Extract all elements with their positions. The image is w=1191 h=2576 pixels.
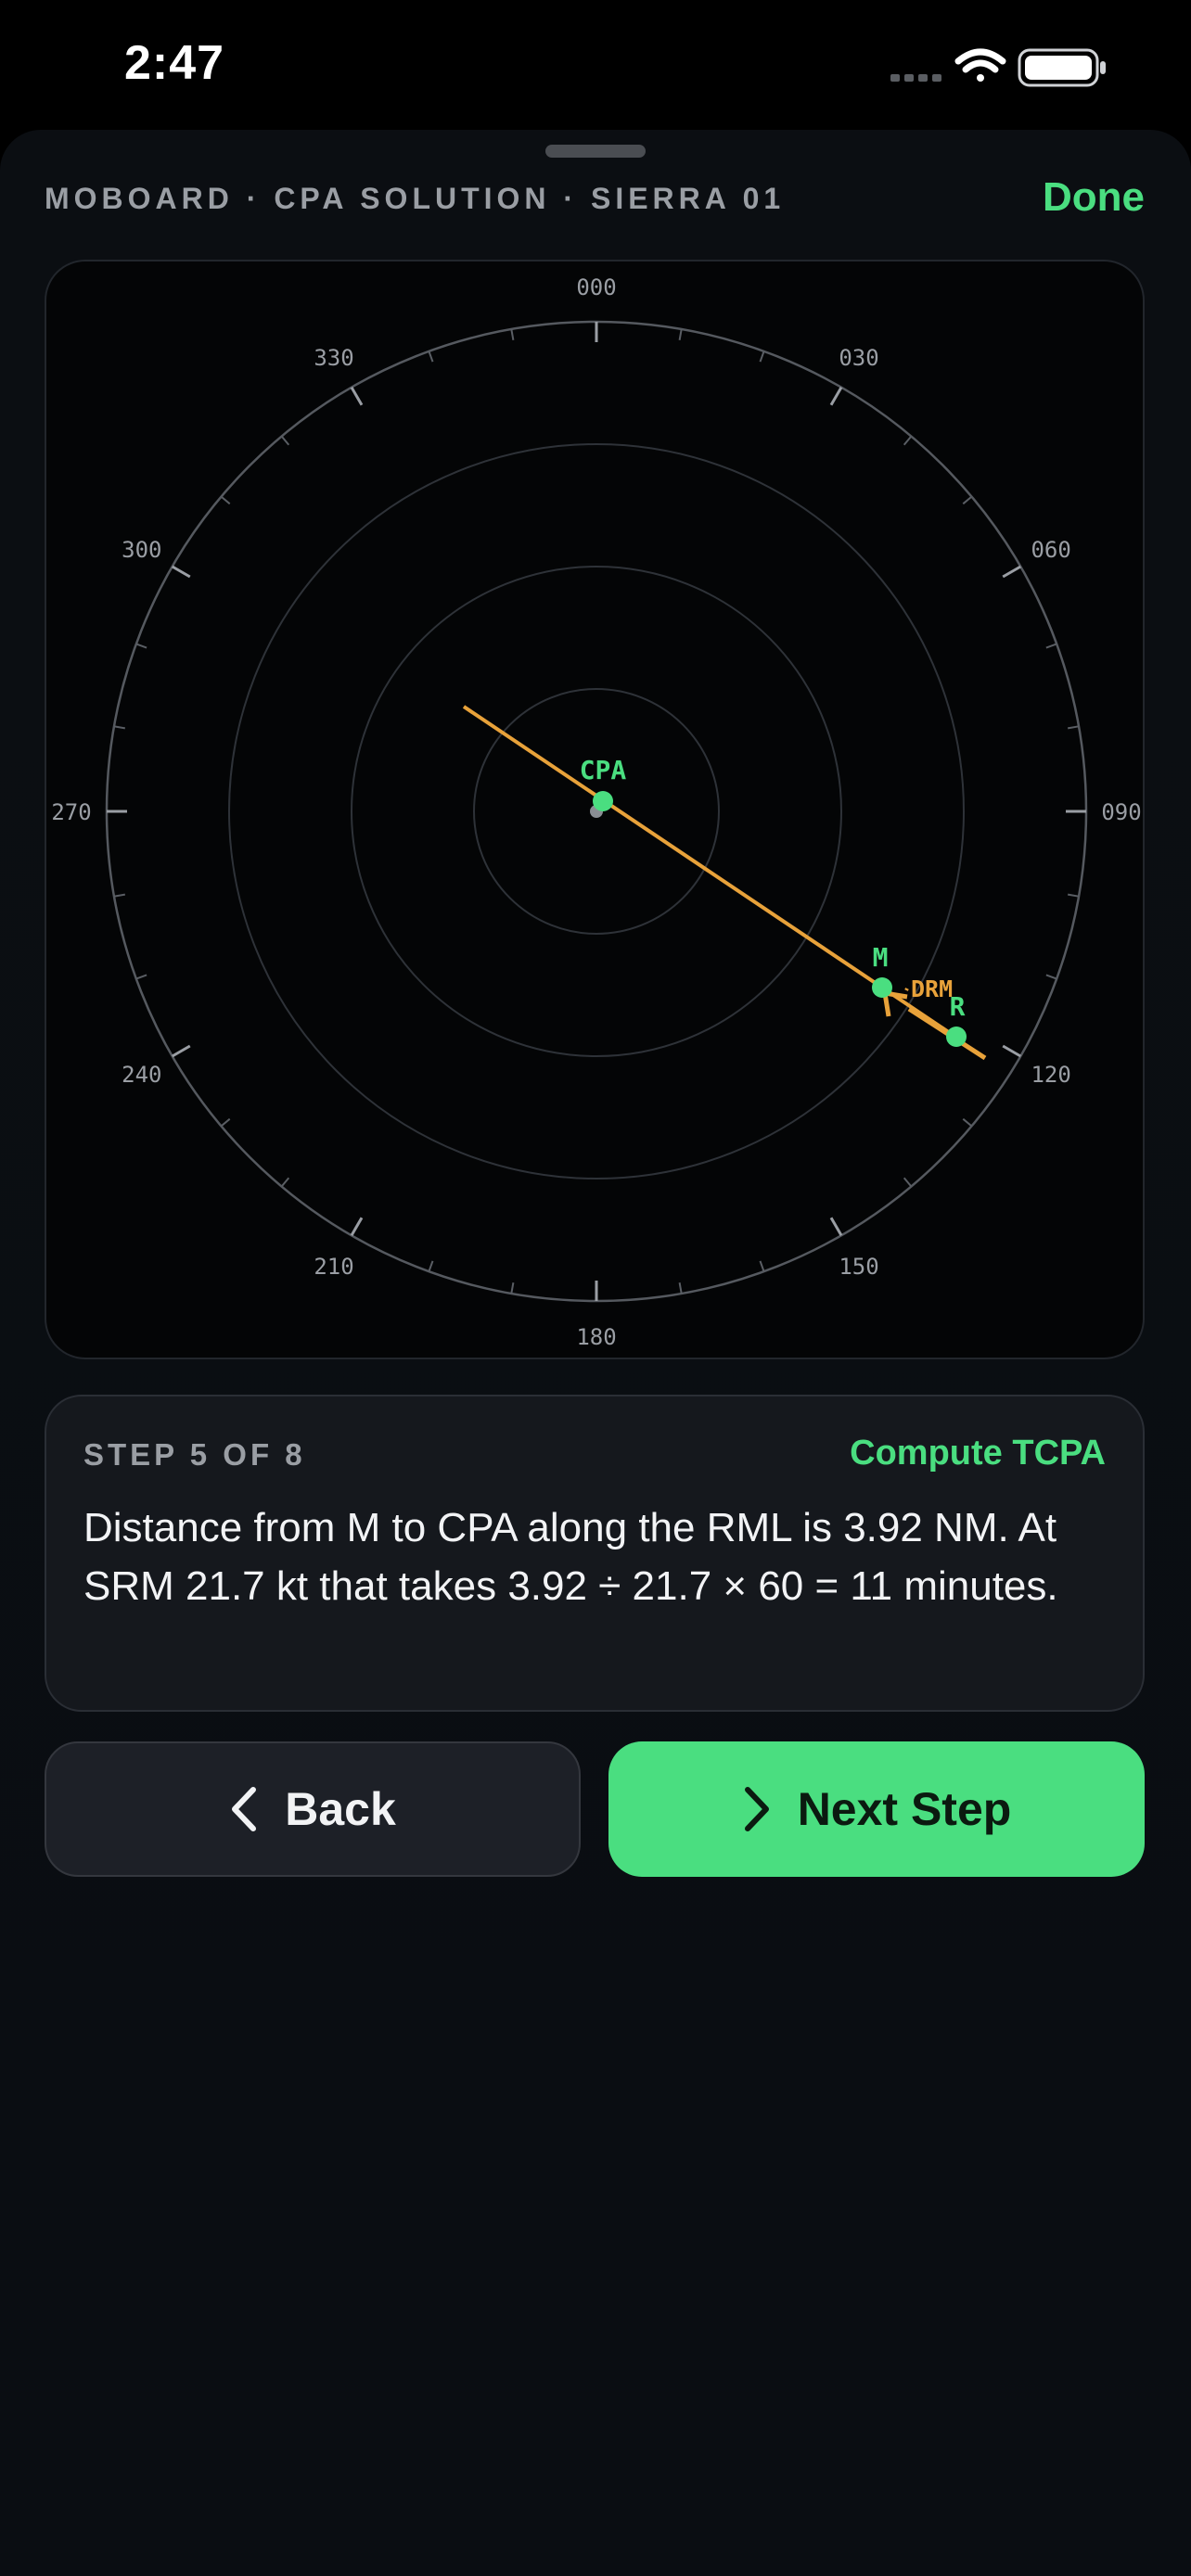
bearing-tick (280, 435, 290, 446)
bearing-tick (903, 1177, 913, 1188)
sheet-grabber[interactable] (545, 145, 646, 158)
back-button-label: Back (285, 1783, 396, 1835)
step-action-title: Compute TCPA (850, 1434, 1106, 1473)
bearing-tick (1045, 643, 1057, 649)
bearing-label-000: 000 (576, 274, 616, 300)
status-icons (890, 48, 1106, 87)
bearing-tick (350, 386, 364, 406)
bearing-label-330: 330 (314, 345, 353, 371)
bearing-label-030: 030 (839, 345, 878, 371)
bearing-tick (135, 974, 147, 980)
bearing-tick (678, 1282, 683, 1294)
bearing-tick (428, 1260, 434, 1272)
bearing-label-150: 150 (839, 1254, 878, 1280)
m-label: M (873, 942, 889, 973)
bearing-tick (759, 351, 765, 363)
maneuvering-board: 000 030 060 090 120 150 180 210 240 270 300 330 CPA… (45, 260, 1145, 1359)
status-bar: 2:47 (0, 0, 1191, 130)
status-time: 2:47 (124, 36, 225, 90)
done-button[interactable]: Done (1043, 174, 1145, 221)
bearing-tick (1002, 565, 1022, 579)
m-point[interactable] (872, 977, 892, 998)
bearing-tick (829, 386, 843, 406)
bearing-tick (962, 495, 973, 505)
bearing-tick (962, 1117, 973, 1128)
maneuvering-board-plot: 000 030 060 090 120 150 180 210 240 270 300 330 CPA… (51, 274, 1141, 1350)
chevron-right-icon (744, 1787, 769, 1831)
bearing-label-300: 300 (122, 537, 161, 563)
bearing-tick (1045, 974, 1057, 980)
bearing-tick (1067, 893, 1080, 898)
step-counter: STEP 5 OF 8 (83, 1437, 306, 1472)
bearing-tick (428, 351, 434, 363)
bearing-tick (1002, 1044, 1022, 1058)
bearing-label-120: 120 (1031, 1062, 1070, 1088)
cpa-point[interactable] (593, 791, 613, 811)
next-step-button-label: Next Step (797, 1783, 1012, 1835)
r-point[interactable] (946, 1027, 967, 1047)
bearing-label-090: 090 (1101, 799, 1141, 825)
bearing-tick (350, 1217, 364, 1237)
bearing-tick (678, 328, 683, 341)
bearing-tick (903, 435, 913, 446)
bearing-tick (1067, 725, 1080, 730)
cpa-label: CPA (580, 755, 627, 785)
bottom-sheet: MOBOARD · CPA SOLUTION · SIERRA 01 Done … (0, 130, 1191, 2576)
wifi-icon (954, 48, 1006, 82)
drm-label-leader (904, 988, 909, 991)
cellular-signal-icon (890, 74, 941, 82)
bearing-tick (220, 495, 231, 505)
battery-icon (1018, 48, 1106, 87)
step-card: STEP 5 OF 8 Compute TCPA Distance from M… (45, 1395, 1145, 1712)
next-step-button[interactable]: Next Step (608, 1741, 1145, 1877)
bearing-label-270: 270 (51, 799, 91, 825)
bearing-tick (829, 1217, 843, 1237)
drm-label: DRM (911, 976, 953, 1002)
sheet-title: MOBOARD · CPA SOLUTION · SIERRA 01 (45, 182, 786, 215)
bearing-tick (135, 643, 147, 649)
bearing-label-180: 180 (576, 1324, 616, 1350)
back-button[interactable]: Back (45, 1741, 581, 1877)
step-description: Distance from M to CPA along the RML is … (83, 1505, 1058, 1609)
bearing-label-210: 210 (314, 1254, 353, 1280)
bearing-tick (510, 1282, 515, 1294)
chevron-left-icon (232, 1787, 257, 1831)
bearing-tick (171, 565, 191, 579)
bearing-tick (280, 1177, 290, 1188)
bearing-tick (113, 893, 126, 898)
bearing-tick (510, 328, 515, 341)
bearing-tick (220, 1117, 231, 1128)
bearing-label-060: 060 (1031, 537, 1070, 563)
bearing-tick (759, 1260, 765, 1272)
bearing-label-240: 240 (122, 1062, 161, 1088)
bearing-tick (113, 725, 126, 730)
bearing-tick (171, 1044, 191, 1058)
